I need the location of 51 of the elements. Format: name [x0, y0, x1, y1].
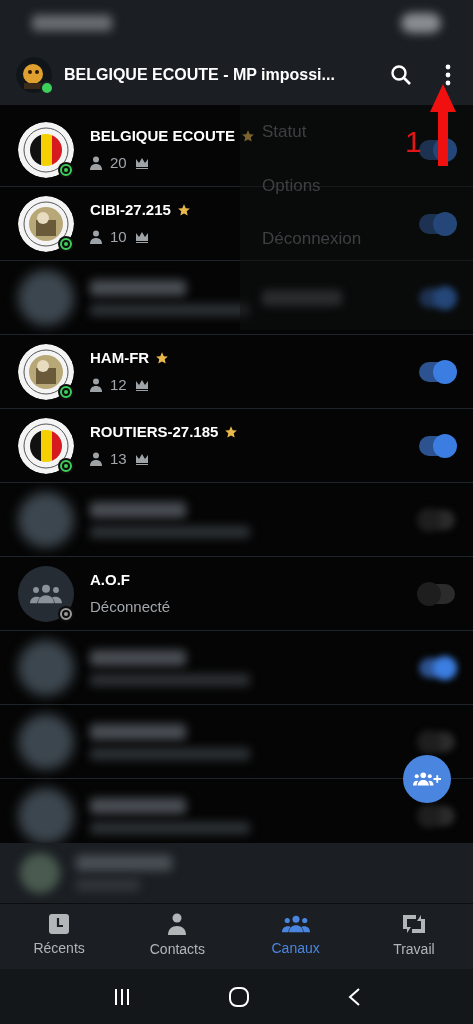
blurred-avatar	[18, 713, 74, 770]
channel-status: Déconnecté	[90, 596, 172, 617]
channel-switch[interactable]	[419, 287, 455, 308]
person-icon	[90, 377, 102, 392]
search-icon[interactable]	[389, 63, 413, 87]
blurred-avatar	[18, 269, 74, 326]
blurred-avatar	[18, 787, 74, 843]
person-icon	[90, 155, 102, 170]
person-icon	[90, 451, 102, 466]
home-icon[interactable]	[228, 986, 249, 1007]
person-icon	[168, 913, 187, 935]
channel-name: A.O.F	[90, 570, 130, 590]
blurred-avatar	[20, 853, 60, 893]
crown-icon	[134, 452, 149, 465]
channel-switch[interactable]	[419, 361, 455, 382]
channel-switch[interactable]	[419, 213, 455, 234]
channel-name: ROUTIERS-27.185	[90, 422, 219, 442]
group-icon	[281, 914, 310, 934]
crown-icon	[134, 230, 149, 243]
channel-switch[interactable]	[419, 805, 455, 826]
nav-tab[interactable]: Travail	[354, 904, 473, 969]
window-title: BELGIQUE ECOUTE - MP impossi...	[64, 65, 336, 85]
channel-name: HAM-FR	[90, 348, 150, 368]
channel-switch[interactable]	[419, 435, 455, 456]
nav-tab[interactable]: Contacts	[118, 904, 237, 969]
nav-tab[interactable]: Canaux	[236, 904, 355, 969]
back-icon[interactable]	[347, 987, 360, 1006]
channel-name: CIBI-27.215	[90, 200, 171, 220]
member-count: 20	[110, 152, 127, 173]
add-group-button[interactable]	[403, 755, 451, 803]
channel-switch[interactable]	[419, 583, 455, 604]
blurred-status-icons	[401, 12, 441, 33]
recent-apps-icon[interactable]	[113, 988, 130, 1005]
add-group-icon	[413, 771, 441, 787]
annotation-number: 1	[405, 127, 422, 157]
member-count: 10	[110, 226, 127, 247]
more-menu-icon[interactable]	[445, 64, 451, 86]
clock-icon	[49, 914, 70, 934]
crown-icon	[134, 378, 149, 391]
exchange-icon	[402, 913, 425, 935]
channel-name: BELGIQUE ECOUTE	[90, 126, 235, 146]
member-count: 13	[110, 448, 127, 469]
blurred-avatar	[18, 639, 74, 696]
nav-tab[interactable]: Récents	[0, 904, 119, 969]
channel-switch[interactable]	[419, 731, 455, 752]
crown-icon	[134, 156, 149, 169]
channel-switch[interactable]	[419, 509, 455, 530]
person-icon	[90, 229, 102, 244]
member-count: 12	[110, 374, 127, 395]
channel-switch[interactable]	[419, 657, 455, 678]
blurred-avatar	[18, 491, 74, 548]
